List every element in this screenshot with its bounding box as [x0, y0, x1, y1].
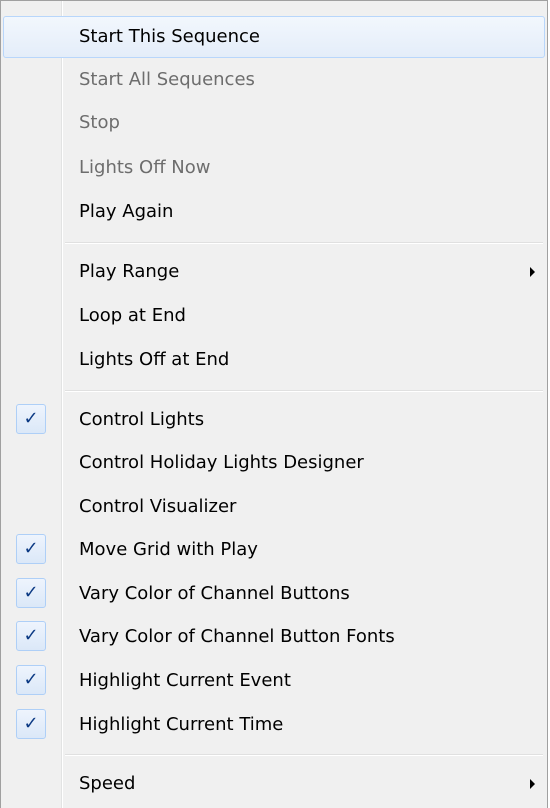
menu-item-label: Highlight Current Event — [79, 670, 291, 691]
menu-item-label: Control Holiday Lights Designer — [79, 452, 364, 473]
menu-item-stop: Stop — [3, 102, 545, 144]
submenu-arrow-icon — [530, 779, 535, 789]
menu-item-label: Control Visualizer — [79, 496, 237, 517]
menu-item-move-grid-with-play[interactable]: ✓ Move Grid with Play — [3, 529, 545, 571]
checkmark-icon: ✓ — [16, 621, 46, 651]
menu-item-speed[interactable]: Speed — [3, 763, 545, 805]
menu-separator — [65, 754, 543, 756]
checkmark-icon: ✓ — [16, 404, 46, 434]
checkmark-icon: ✓ — [16, 534, 46, 564]
menu-item-vary-color-channel-buttons[interactable]: ✓ Vary Color of Channel Buttons — [3, 573, 545, 615]
menu-item-label: Play Range — [79, 261, 180, 282]
menu-item-highlight-current-event[interactable]: ✓ Highlight Current Event — [3, 660, 545, 702]
menu-item-label: Loop at End — [79, 305, 186, 326]
menu-item-label: Speed — [79, 773, 136, 794]
menu-item-control-visualizer[interactable]: Control Visualizer — [3, 486, 545, 528]
menu-item-label: Start This Sequence — [79, 26, 260, 47]
menu-item-label: Control Lights — [79, 409, 205, 430]
menu-item-start-all-sequences: Start All Sequences — [3, 59, 545, 101]
menu-item-play-range[interactable]: Play Range — [3, 251, 545, 293]
menu-item-loop-at-end[interactable]: Loop at End — [3, 295, 545, 337]
checkmark-icon: ✓ — [16, 578, 46, 608]
menu-item-label: Vary Color of Channel Button Fonts — [79, 626, 395, 647]
menu-item-label: Stop — [79, 112, 120, 133]
menu-item-highlight-current-time[interactable]: ✓ Highlight Current Time — [3, 704, 545, 746]
menu-separator — [65, 390, 543, 392]
menu-item-lights-off-now: Lights Off Now — [3, 147, 545, 189]
menu-item-label: Start All Sequences — [79, 69, 255, 90]
menu-separator — [65, 242, 543, 244]
context-menu: Start This Sequence Start All Sequences … — [0, 0, 548, 808]
menu-item-label: Highlight Current Time — [79, 714, 284, 735]
menu-item-label: Play Again — [79, 201, 174, 222]
menu-item-label: Lights Off Now — [79, 157, 211, 178]
menu-item-label: Lights Off at End — [79, 349, 230, 370]
menu-item-vary-color-channel-button-fonts[interactable]: ✓ Vary Color of Channel Button Fonts — [3, 616, 545, 658]
menu-item-label: Vary Color of Channel Buttons — [79, 583, 350, 604]
menu-item-start-this-sequence[interactable]: Start This Sequence — [3, 16, 545, 58]
menu-item-lights-off-at-end[interactable]: Lights Off at End — [3, 339, 545, 381]
checkmark-icon: ✓ — [16, 665, 46, 695]
menu-item-label: Move Grid with Play — [79, 539, 258, 560]
submenu-arrow-icon — [530, 267, 535, 277]
menu-item-control-holiday-lights-designer[interactable]: Control Holiday Lights Designer — [3, 442, 545, 484]
menu-item-play-again[interactable]: Play Again — [3, 191, 545, 233]
checkmark-icon: ✓ — [16, 709, 46, 739]
menu-item-control-lights[interactable]: ✓ Control Lights — [3, 399, 545, 441]
